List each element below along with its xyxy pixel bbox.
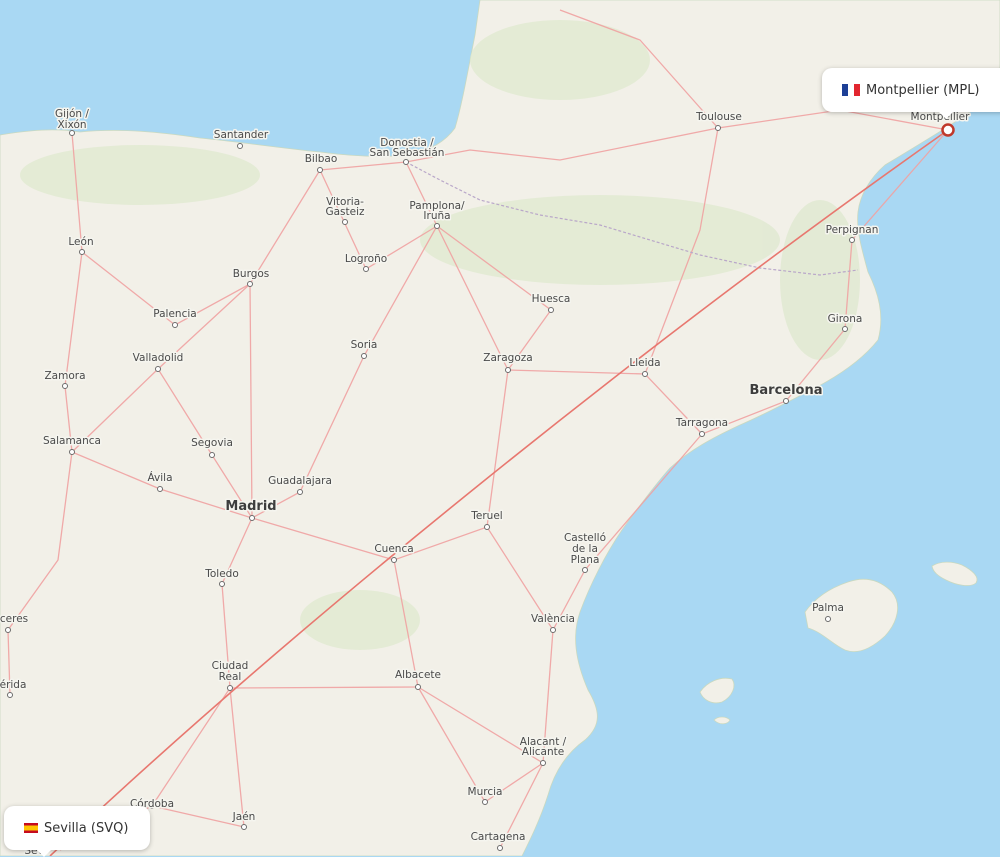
label-salamanca: Salamanca (43, 435, 101, 447)
label-madrid: Madrid (225, 499, 276, 514)
label-palma: Palma (812, 602, 844, 614)
label-tarragona: Tarragona (675, 417, 728, 429)
destination-label: Montpellier (MPL) (866, 82, 980, 98)
label-toulouse: Toulouse (695, 111, 742, 123)
label-burgos: Burgos (233, 268, 270, 280)
label-girona: Girona (828, 313, 863, 325)
label-cuenca: Cuenca (374, 543, 413, 555)
es-flag-icon (24, 823, 38, 833)
label-valladolid: Valladolid (133, 352, 184, 364)
label-albacete: Albacete (395, 669, 441, 681)
label-lleida: Lleida (629, 357, 660, 369)
label-jaen: Jaén (232, 811, 256, 823)
fr-flag-icon (842, 84, 860, 96)
label-huesca: Huesca (532, 293, 571, 305)
label-perpignan: Perpignan (826, 224, 879, 236)
label-cartagena: Cartagena (471, 831, 526, 843)
destination-callout[interactable]: Montpellier (MPL) (822, 68, 1000, 119)
label-palencia: Palencia (153, 308, 196, 320)
label-zaragoza: Zaragoza (483, 352, 532, 364)
label-xixon: Xixón (57, 119, 86, 131)
label-valencia: València (531, 613, 575, 625)
label-ciudad-real-2: Real (219, 671, 242, 683)
origin-label: Sevilla (SVQ) (44, 820, 129, 836)
label-merida: érida (0, 679, 26, 691)
label-murcia: Murcia (468, 786, 503, 798)
destination-marker[interactable] (941, 123, 955, 137)
label-logrono: Logroño (345, 253, 387, 265)
label-leon: León (68, 236, 93, 248)
label-santander: Santander (214, 129, 269, 141)
label-segovia: Segovia (191, 437, 233, 449)
label-iruna: Iruña (423, 210, 450, 222)
label-alacant-2: Alicante (522, 746, 564, 758)
label-toledo: Toledo (204, 568, 239, 580)
label-gasteiz: Gasteiz (325, 206, 365, 218)
label-caceres: ceres (0, 613, 28, 625)
origin-callout[interactable]: Sevilla (SVQ) (4, 806, 150, 857)
map-canvas[interactable]: Gijón / Xixón Santander Bilbao Donostia … (0, 0, 1000, 856)
label-barcelona: Barcelona (749, 383, 822, 398)
label-guadalajara: Guadalajara (268, 475, 332, 487)
label-avila: Ávila (147, 471, 172, 484)
label-zamora: Zamora (44, 370, 85, 382)
label-san-sebastian: San Sebastián (370, 147, 445, 159)
label-bilbao: Bilbao (305, 153, 338, 165)
label-castello-3: Plana (571, 554, 600, 566)
label-teruel: Teruel (470, 510, 502, 522)
label-soria: Soria (351, 339, 378, 351)
